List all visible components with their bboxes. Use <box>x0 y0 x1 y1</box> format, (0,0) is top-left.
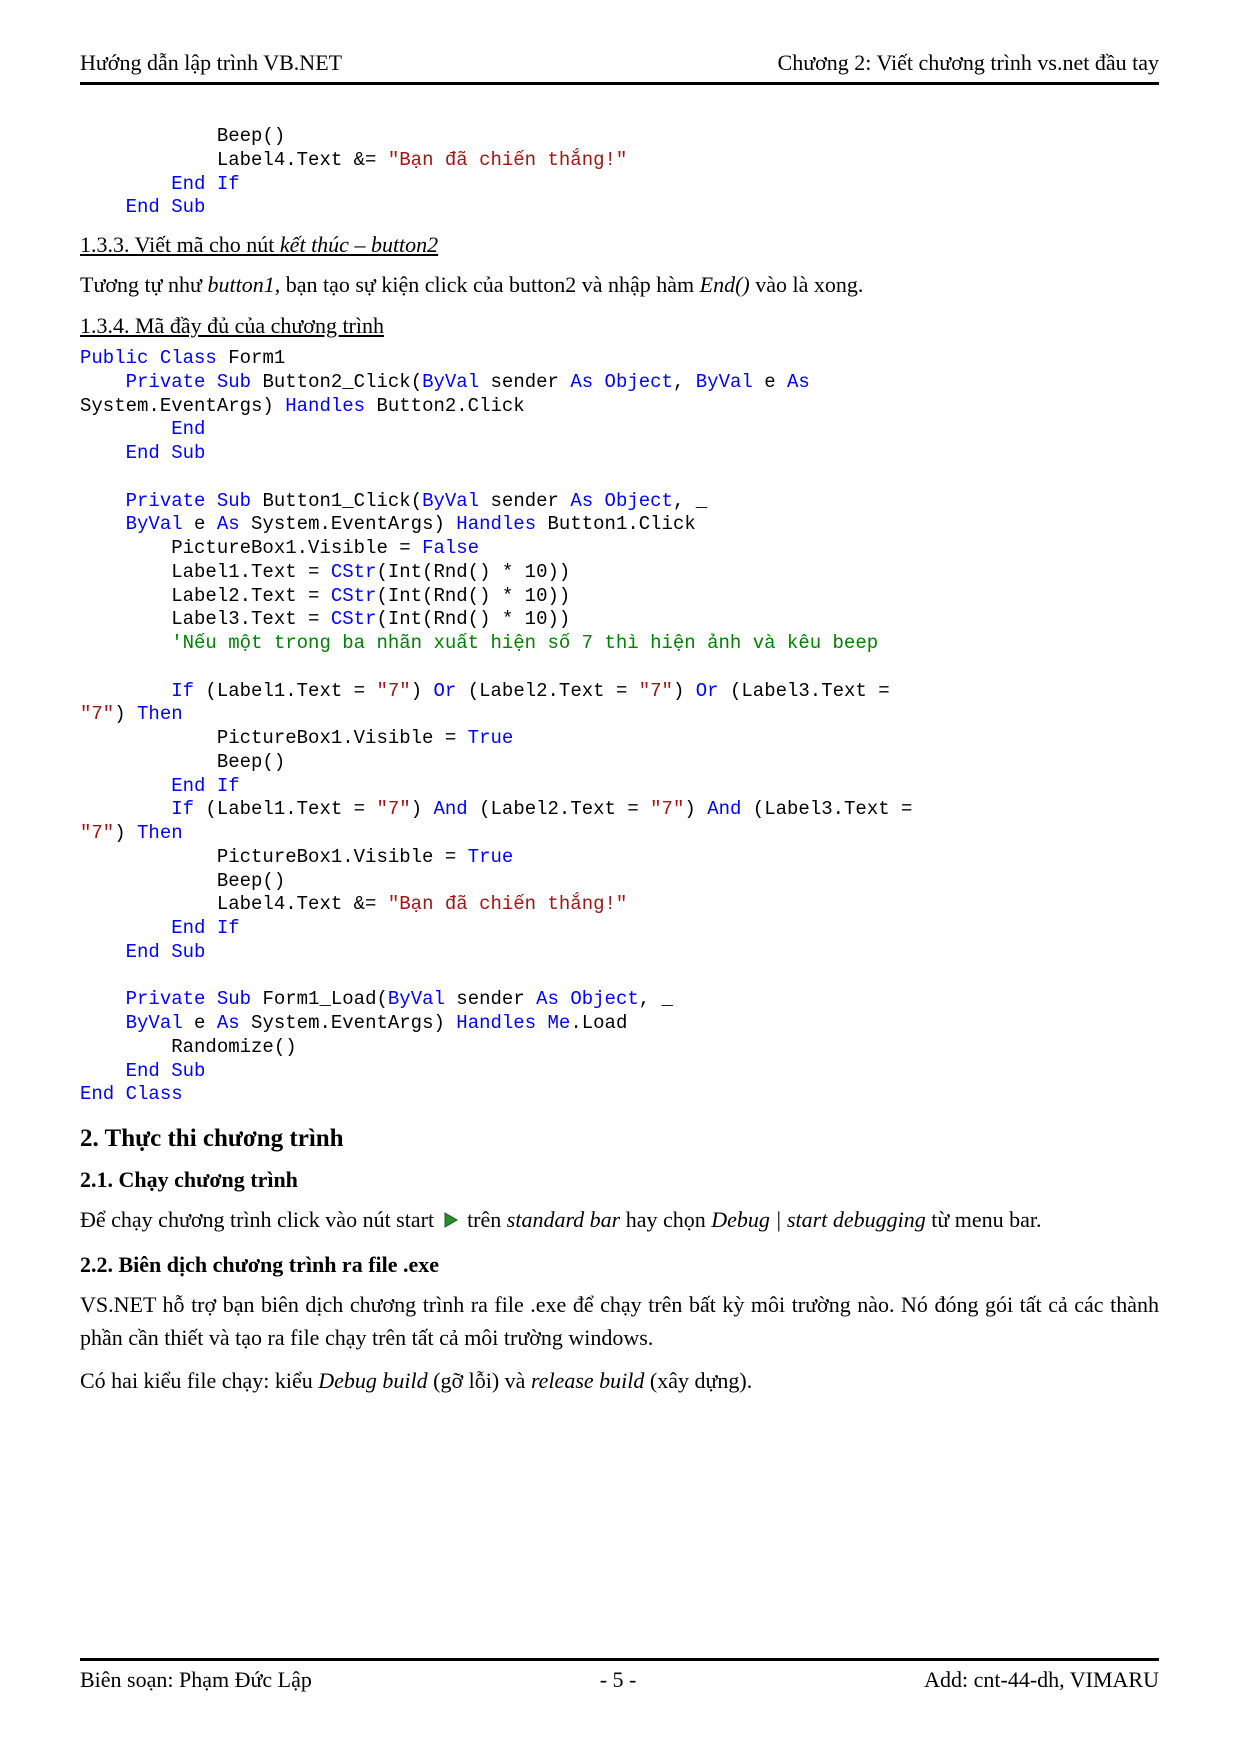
footer-left: Biên soạn: Phạm Đức Lập <box>80 1667 312 1693</box>
heading-2-2: 2.2. Biên dịch chương trình ra file .exe <box>80 1252 1159 1278</box>
paragraph-2-2a: VS.NET hỗ trợ bạn biên dịch chương trình… <box>80 1288 1159 1354</box>
header-left: Hướng dẫn lập trình VB.NET <box>80 50 342 76</box>
paragraph-2-1: Để chạy chương trình click vào nút start… <box>80 1203 1159 1238</box>
header-right: Chương 2: Viết chương trình vs.net đầu t… <box>778 50 1159 76</box>
page-header: Hướng dẫn lập trình VB.NET Chương 2: Viế… <box>80 50 1159 85</box>
paragraph-2-2b: Có hai kiểu file chạy: kiểu Debug build … <box>80 1364 1159 1397</box>
code-block-2: Public Class Form1 Private Sub Button2_C… <box>80 347 1159 1107</box>
heading-2-1: 2.1. Chạy chương trình <box>80 1167 1159 1193</box>
page-footer: Biên soạn: Phạm Đức Lập - 5 - Add: cnt-4… <box>80 1658 1159 1693</box>
footer-center: - 5 - <box>600 1667 637 1693</box>
code-block-1: Beep() Label4.Text &= "Bạn đã chiến thắn… <box>80 125 1159 220</box>
footer-right: Add: cnt-44-dh, VIMARU <box>924 1667 1159 1693</box>
play-icon <box>442 1205 460 1238</box>
paragraph-button2: Tương tự như button1, bạn tạo sự kiện cl… <box>80 268 1159 301</box>
section-1-3-3: 1.3.3. Viết mã cho nút kết thúc – button… <box>80 232 1159 258</box>
section-1-3-4: 1.3.4. Mã đầy đủ của chương trình <box>80 313 1159 339</box>
heading-2: 2. Thực thi chương trình <box>80 1125 1159 1153</box>
